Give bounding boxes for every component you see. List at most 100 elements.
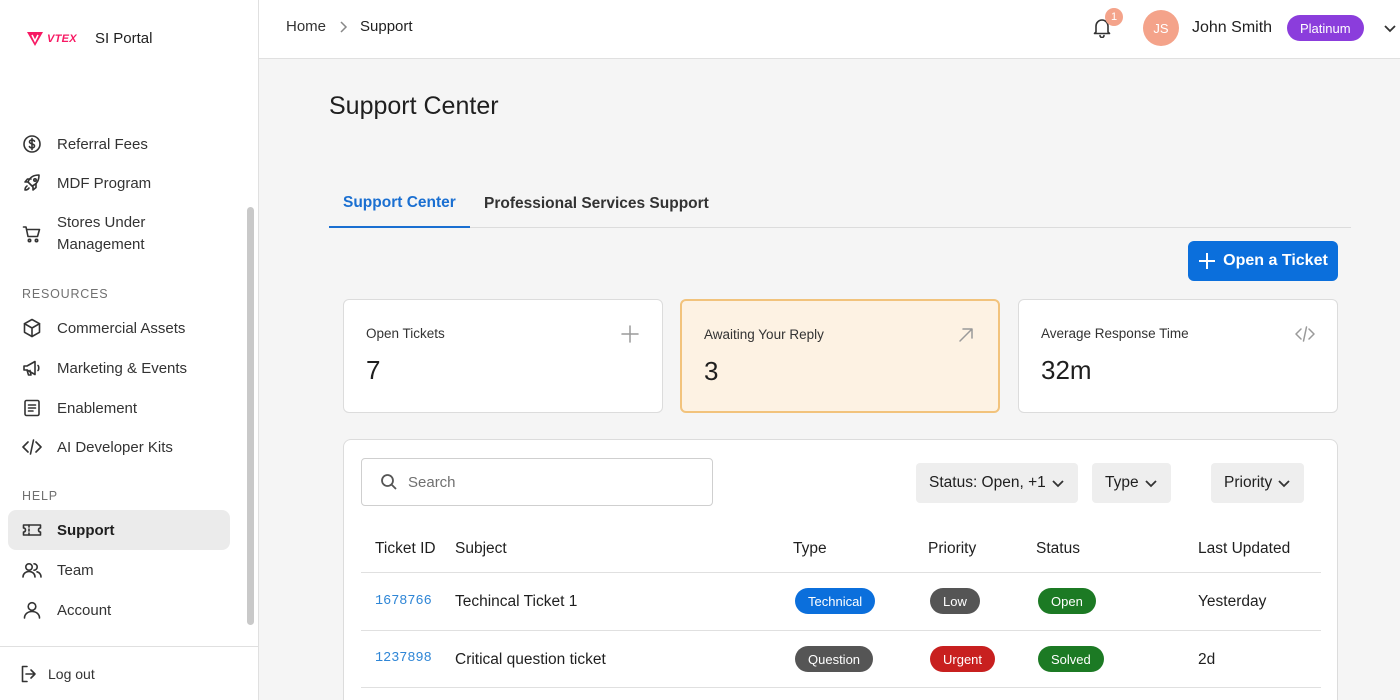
vtex-logo-icon (27, 31, 43, 46)
priority-badge: Low (930, 588, 980, 614)
tab-bar: Support Center Professional Services Sup… (329, 180, 1351, 228)
stat-value: 7 (366, 355, 381, 385)
type-filter-dropdown[interactable]: Type (1092, 463, 1171, 503)
dollar-circle-icon (22, 134, 42, 154)
user-icon (22, 600, 42, 620)
open-ticket-button[interactable]: Open a Ticket (1188, 241, 1338, 281)
logout-label: Log out (48, 665, 95, 682)
last-updated: 2d (1198, 651, 1216, 668)
avatar[interactable]: JS (1143, 10, 1179, 46)
sidebar-item-account[interactable]: Account (8, 597, 230, 623)
priority-filter-label: Priority (1224, 474, 1273, 491)
plus-icon (1199, 253, 1216, 269)
search-icon (381, 474, 397, 490)
megaphone-icon (22, 358, 42, 378)
stat-label: Average Response Time (1041, 326, 1189, 341)
column-header-subject[interactable]: Subject (455, 540, 507, 558)
status-badge: Solved (1038, 646, 1104, 672)
search-input[interactable] (408, 473, 688, 491)
plus-icon (620, 324, 640, 344)
sidebar-item-label: Enablement (57, 399, 138, 417)
stat-card-avg-response[interactable]: Average Response Time 32m (1018, 299, 1338, 413)
sidebar-item-mdf-program[interactable]: MDF Program (8, 170, 230, 196)
user-name[interactable]: John Smith (1192, 19, 1272, 37)
table-divider (361, 572, 1321, 573)
table-divider (361, 630, 1321, 631)
chevron-down-icon (1278, 480, 1290, 488)
column-header-type[interactable]: Type (793, 540, 827, 558)
chevron-right-icon (340, 20, 348, 33)
logout-icon (21, 665, 36, 682)
sidebar-item-stores[interactable]: Stores Under Management (8, 211, 230, 257)
notification-count-badge: 1 (1105, 8, 1123, 26)
type-badge: Technical (795, 588, 876, 614)
column-header-last-updated[interactable]: Last Updated (1198, 540, 1290, 558)
sidebar-item-ai-dev-kits[interactable]: AI Developer Kits (8, 434, 230, 460)
status-filter-dropdown[interactable]: Status: Open, +1 (916, 463, 1078, 503)
search-input-wrapper[interactable] (361, 458, 713, 506)
sidebar-item-enablement[interactable]: Enablement (8, 395, 230, 421)
sidebar-item-marketing-events[interactable]: Marketing & Events (8, 355, 230, 381)
sidebar-item-support[interactable]: Support (8, 510, 230, 550)
ticket-subject[interactable]: Critical question ticket (455, 651, 606, 669)
portal-title: SI Portal (94, 30, 153, 47)
plan-badge: Platinum (1287, 15, 1364, 41)
box-icon (22, 318, 42, 338)
sidebar-item-team[interactable]: Team (8, 557, 230, 583)
last-updated: Yesterday (1198, 593, 1267, 610)
user-menu-toggle[interactable] (1383, 21, 1397, 35)
stat-label: Open Tickets (366, 326, 445, 341)
top-bar: Home Support 1 JS John Smith Platinum (259, 0, 1400, 59)
ticket-subject[interactable]: Techincal Ticket 1 (455, 593, 577, 611)
tab-professional-services[interactable]: Professional Services Support (470, 180, 723, 228)
cart-icon (22, 224, 42, 244)
status-badge: Open (1038, 588, 1096, 614)
column-header-priority[interactable]: Priority (928, 540, 976, 558)
section-label-help: HELP (22, 489, 58, 503)
page-title: Support Center (329, 92, 499, 120)
stat-label: Awaiting Your Reply (704, 327, 824, 342)
type-badge: Question (795, 646, 874, 672)
sidebar-item-label: Stores Under Management (57, 214, 146, 253)
sidebar-scrollbar[interactable] (244, 112, 258, 630)
sidebar-item-label: MDF Program (57, 174, 152, 192)
sidebar-item-label: Marketing & Events (57, 359, 188, 377)
logout-button[interactable]: Log out (0, 646, 259, 700)
tab-support-center[interactable]: Support Center (329, 180, 470, 228)
code-icon (1295, 324, 1315, 344)
ticket-icon (22, 520, 42, 540)
sidebar-item-label: Account (57, 601, 112, 619)
arrow-up-right-icon (956, 325, 976, 345)
brand[interactable]: VTEX SI Portal (26, 30, 152, 47)
type-filter-label: Type (1105, 474, 1139, 491)
priority-badge: Urgent (930, 646, 996, 672)
open-ticket-label: Open a Ticket (1223, 252, 1328, 269)
section-label-resources: RESOURCES (22, 287, 109, 301)
stat-card-open-tickets[interactable]: Open Tickets 7 (343, 299, 663, 413)
sidebar-item-referral-fees[interactable]: Referral Fees (8, 131, 230, 157)
breadcrumb-home[interactable]: Home (286, 18, 326, 35)
logo-text: VTEX (47, 32, 77, 45)
ticket-id-link[interactable]: 1678766 (375, 594, 432, 609)
sidebar-item-label: AI Developer Kits (57, 438, 173, 456)
breadcrumb-current: Support (360, 18, 413, 35)
scrollbar-thumb[interactable] (247, 207, 254, 625)
sidebar-item-commercial-assets[interactable]: Commercial Assets (8, 315, 230, 341)
stat-value: 3 (704, 356, 719, 386)
priority-filter-dropdown[interactable]: Priority (1211, 463, 1305, 503)
document-icon (22, 398, 42, 418)
users-icon (22, 560, 42, 580)
vtex-logo: VTEX (26, 31, 77, 47)
status-filter-label: Status: Open, +1 (929, 474, 1046, 491)
ticket-id-link[interactable]: 1237898 (375, 651, 432, 666)
sidebar-item-label: Commercial Assets (57, 319, 186, 337)
sidebar-item-label: Support (57, 521, 115, 539)
tickets-panel: Status: Open, +1 Type Priority Ticket ID… (343, 439, 1338, 700)
stat-card-awaiting-reply[interactable]: Awaiting Your Reply 3 (680, 299, 1000, 413)
column-header-ticket-id[interactable]: Ticket ID (375, 540, 436, 558)
column-header-status[interactable]: Status (1036, 540, 1080, 558)
sidebar-item-label: Referral Fees (57, 135, 148, 153)
stat-value: 32m (1041, 355, 1092, 385)
chevron-down-icon (1144, 480, 1157, 488)
chevron-down-icon (1384, 25, 1396, 33)
